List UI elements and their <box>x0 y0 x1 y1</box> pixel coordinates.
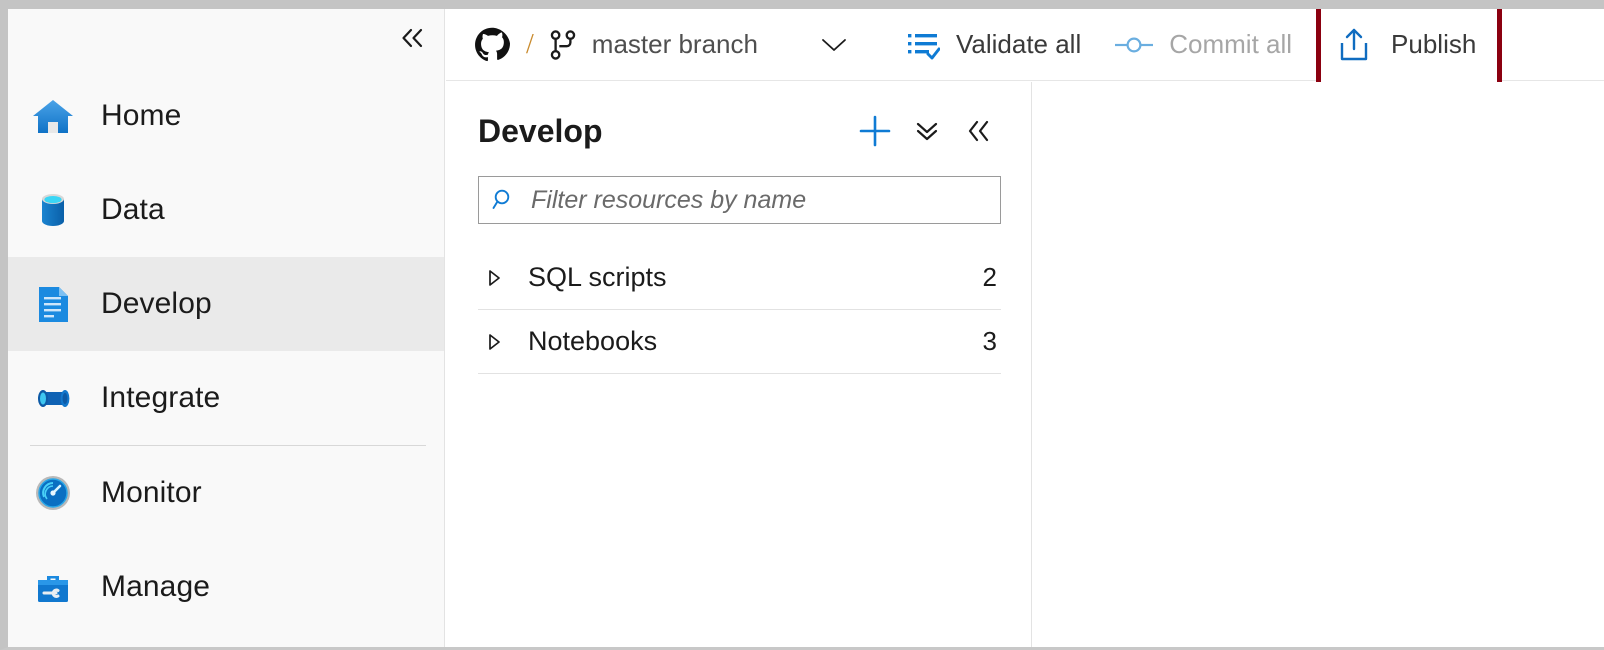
commit-all-label: Commit all <box>1169 29 1293 59</box>
sidebar-item-list: Home Data Develop Integrate Monitor Mana… <box>8 69 444 634</box>
branch-dropdown-button[interactable] <box>816 27 852 63</box>
double-chevron-down-icon <box>916 122 938 141</box>
sidebar-item-data[interactable]: Data <box>8 163 444 257</box>
tree-item-count: 2 <box>982 262 997 292</box>
sidebar-item-monitor[interactable]: Monitor <box>8 446 444 540</box>
home-icon <box>30 93 76 139</box>
validate-list-check-icon <box>906 29 940 61</box>
resource-tree: SQL scripts 2 Notebooks 3 <box>478 246 1001 374</box>
develop-panel: Develop Filter resources by name SQL scr… <box>446 82 1032 647</box>
tree-row-sql-scripts[interactable]: SQL scripts 2 <box>478 246 1001 310</box>
triangle-right-icon[interactable] <box>480 332 508 352</box>
sidebar-item-integrate[interactable]: Integrate <box>8 351 444 445</box>
sidebar-collapse-button[interactable] <box>396 21 430 55</box>
path-separator: / <box>526 28 534 60</box>
plus-icon <box>859 115 891 147</box>
double-chevron-left-icon <box>968 120 989 142</box>
sidebar-item-home[interactable]: Home <box>8 69 444 163</box>
git-toolbar: / master branch Validate all Commit all … <box>446 9 1604 88</box>
toolbox-icon <box>30 564 76 610</box>
editor-canvas-empty <box>1033 82 1604 647</box>
sidebar-item-label: Monitor <box>101 476 202 509</box>
sidebar-item-label: Integrate <box>101 381 221 414</box>
commit-all-button[interactable]: Commit all <box>1113 16 1292 74</box>
publish-button-highlight: Publish <box>1316 9 1503 88</box>
search-input[interactable] <box>531 185 988 215</box>
sidebar-item-develop[interactable]: Develop <box>8 257 444 351</box>
branch-selector[interactable]: / master branch <box>474 27 852 63</box>
sidebar-item-label: Manage <box>101 570 211 603</box>
new-resource-button[interactable] <box>853 109 897 153</box>
pipeline-icon <box>30 375 76 421</box>
tree-item-count: 3 <box>982 326 997 356</box>
document-icon <box>30 281 76 327</box>
develop-panel-header: Develop <box>446 82 1031 154</box>
tree-item-label: SQL scripts <box>528 262 667 292</box>
search-icon <box>491 187 517 213</box>
window-content: Home Data Develop Integrate Monitor Mana… <box>8 9 1604 647</box>
branch-name-label: master branch <box>591 29 758 59</box>
left-navigation-sidebar: Home Data Develop Integrate Monitor Mana… <box>8 9 445 647</box>
chevron-down-icon <box>822 38 846 51</box>
tree-item-label: Notebooks <box>528 326 658 356</box>
publish-upload-icon <box>1337 27 1371 63</box>
commit-node-icon <box>1113 33 1155 57</box>
hide-panel-button[interactable] <box>957 109 1001 153</box>
application-window: Home Data Develop Integrate Monitor Mana… <box>0 0 1604 650</box>
tree-row-notebooks[interactable]: Notebooks 3 <box>478 310 1001 374</box>
database-icon <box>30 187 76 233</box>
double-chevron-left-icon <box>402 28 423 48</box>
publish-button[interactable]: Publish <box>1337 16 1476 74</box>
sidebar-item-label: Home <box>101 99 182 132</box>
publish-label: Publish <box>1391 29 1477 59</box>
git-branch-icon <box>548 29 578 61</box>
sidebar-item-manage[interactable]: Manage <box>8 540 444 634</box>
validate-all-label: Validate all <box>955 29 1082 59</box>
collapse-all-button[interactable] <box>905 109 949 153</box>
page-title: Develop <box>478 112 603 149</box>
sidebar-item-label: Data <box>101 193 165 226</box>
triangle-right-icon[interactable] <box>480 268 508 288</box>
filter-resources-box[interactable] <box>478 176 1001 224</box>
sidebar-item-label: Develop <box>101 287 212 320</box>
validate-all-button[interactable]: Validate all <box>906 16 1081 74</box>
gauge-icon <box>30 470 76 516</box>
github-icon <box>474 27 510 63</box>
